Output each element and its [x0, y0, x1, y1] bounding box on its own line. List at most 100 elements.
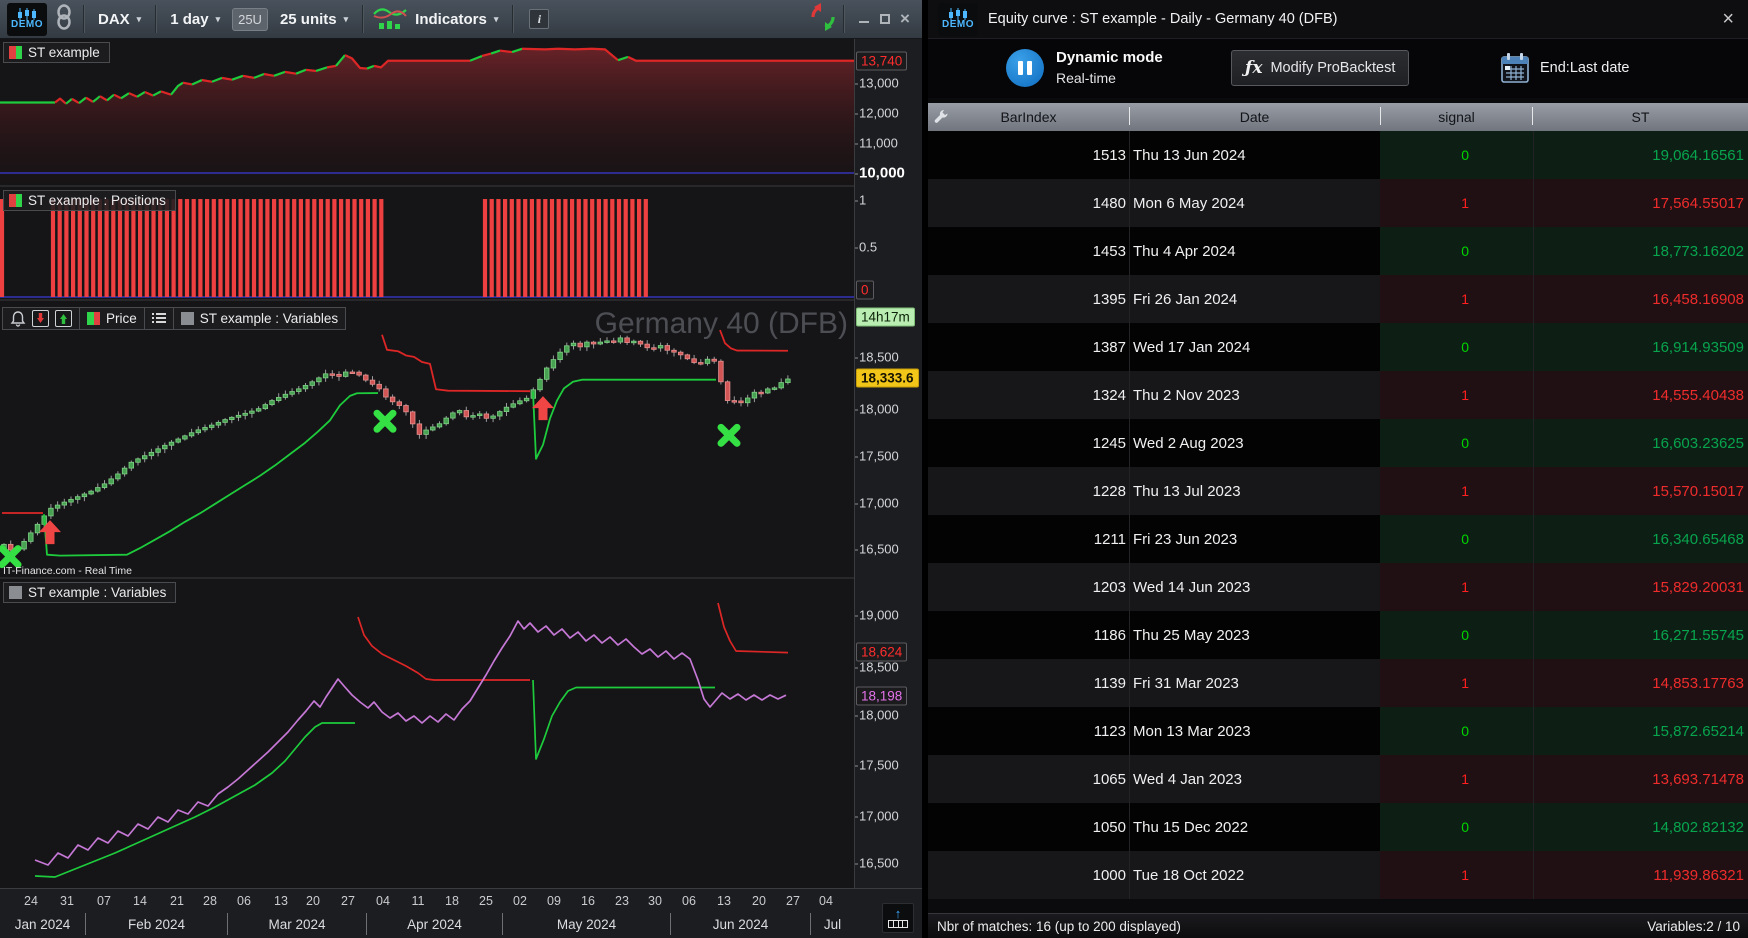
axis-label: 17,500: [859, 449, 899, 464]
table-cell: 1395: [928, 275, 1129, 323]
equity-panel-label[interactable]: ST example: [3, 42, 110, 63]
backtest-toolbar: Dynamic mode Real-time ƒx Modify ProBack…: [928, 39, 1748, 98]
demo-logo: DEMO: [938, 3, 978, 36]
status-bar: Nbr of matches: 16 (up to 200 displayed)…: [928, 913, 1748, 938]
positions-panel-label[interactable]: ST example : Positions: [3, 190, 176, 211]
day-tick-label: 28: [203, 894, 217, 908]
units-count-badge[interactable]: 25U: [232, 8, 268, 31]
table-row[interactable]: 1453Thu 4 Apr 2024018,773.16202: [928, 227, 1748, 275]
refresh-icon[interactable]: [809, 3, 837, 36]
axis-label: 17,000: [859, 496, 899, 511]
order-entry-icon[interactable]: ↑: [882, 903, 914, 933]
table-cell: 19,064.16561: [1533, 131, 1748, 179]
sell-order-icon[interactable]: [32, 310, 49, 327]
chart-plot-area[interactable]: [0, 39, 854, 888]
matches-count-label: Nbr of matches: 16 (up to 200 displayed): [937, 919, 1181, 934]
table-cell: Fri 23 Jun 2023: [1129, 515, 1380, 563]
maximize-button[interactable]: [879, 13, 891, 25]
indicator-swatch-icon: [9, 586, 22, 599]
table-row[interactable]: 1139Fri 31 Mar 2023114,853.17763: [928, 659, 1748, 707]
chart-window: DEMO DAX▾ 1 day▾ 25U 25 units▾: [0, 0, 922, 938]
day-tick-label: 18: [445, 894, 459, 908]
end-date-label[interactable]: End:Last date: [1540, 60, 1630, 76]
wrench-icon[interactable]: [933, 108, 950, 128]
axis-label: 14h17m: [856, 308, 915, 327]
demo-logo: DEMO: [7, 3, 47, 36]
indicator-swatch-icon: [87, 312, 100, 325]
table-row[interactable]: 1211Fri 23 Jun 2023016,340.65468: [928, 515, 1748, 563]
timeframe-select[interactable]: 1 day▾: [162, 11, 228, 28]
table-row[interactable]: 1065Wed 4 Jan 2023113,693.71478: [928, 755, 1748, 803]
table-cell: 15,570.15017: [1533, 467, 1748, 515]
table-row[interactable]: 1228Thu 13 Jul 2023115,570.15017: [928, 467, 1748, 515]
variables-panel-label[interactable]: ST example : Variables: [3, 582, 176, 603]
table-row[interactable]: 1050Thu 15 Dec 2022014,802.82132: [928, 803, 1748, 851]
table-header: BarIndex Date signal ST: [928, 103, 1748, 131]
column-header-signal[interactable]: signal: [1380, 109, 1533, 125]
table-cell: 0: [1380, 803, 1533, 851]
table-cell: 1: [1380, 563, 1533, 611]
table-cell: 1211: [928, 515, 1129, 563]
pause-button[interactable]: [1006, 49, 1044, 87]
column-header-st[interactable]: ST: [1533, 109, 1748, 125]
table-cell: 0: [1380, 419, 1533, 467]
price-settings-list[interactable]: [144, 307, 174, 330]
units-select[interactable]: 25 units▾: [272, 11, 356, 28]
price-variables-label[interactable]: ST example : Variables: [173, 307, 346, 330]
close-icon[interactable]: ×: [1722, 8, 1734, 31]
table-cell: Wed 2 Aug 2023: [1129, 419, 1380, 467]
close-button[interactable]: ×: [900, 13, 912, 25]
table-cell: 0: [1380, 227, 1533, 275]
table-row[interactable]: 1513Thu 13 Jun 2024019,064.16561: [928, 131, 1748, 179]
table-row[interactable]: 1395Fri 26 Jan 2024116,458.16908: [928, 275, 1748, 323]
table-row[interactable]: 1387Wed 17 Jan 2024016,914.93509: [928, 323, 1748, 371]
table-cell: 0: [1380, 515, 1533, 563]
day-tick-label: 25: [479, 894, 493, 908]
table-cell: Fri 26 Jan 2024: [1129, 275, 1380, 323]
table-row[interactable]: 1203Wed 14 Jun 2023115,829.20031: [928, 563, 1748, 611]
info-icon[interactable]: i: [529, 9, 549, 29]
table-cell: 1480: [928, 179, 1129, 227]
column-header-date[interactable]: Date: [1129, 109, 1380, 125]
time-axis[interactable]: 2431071421280613202704111825020916233006…: [0, 888, 922, 938]
table-cell: 1065: [928, 755, 1129, 803]
alerts-group[interactable]: [2, 307, 80, 330]
axis-label: 18,624: [856, 643, 907, 662]
minimize-button[interactable]: [858, 13, 870, 25]
table-cell: 1: [1380, 851, 1533, 899]
month-label: Apr 2024: [366, 913, 502, 935]
equity-list-window: DEMO Equity curve : ST example - Daily -…: [928, 0, 1748, 938]
column-header-barindex[interactable]: BarIndex: [928, 109, 1129, 125]
table-row[interactable]: 1480Mon 6 May 2024117,564.55017: [928, 179, 1748, 227]
table-cell: 14,802.82132: [1533, 803, 1748, 851]
variables-count-label[interactable]: Variables:2 / 10: [1647, 919, 1740, 934]
table-row[interactable]: 1186Thu 25 May 2023016,271.55745: [928, 611, 1748, 659]
price-panel-label[interactable]: Price: [79, 307, 145, 330]
day-tick-label: 04: [819, 894, 833, 908]
table-cell: Thu 4 Apr 2024: [1129, 227, 1380, 275]
alarm-bell-icon[interactable]: [10, 311, 26, 327]
price-axis[interactable]: 13,74013,00012,00011,00010,00010.5018,50…: [854, 39, 922, 888]
instrument-select[interactable]: DAX▾: [90, 11, 149, 28]
calendar-icon[interactable]: [1500, 52, 1530, 89]
table-row[interactable]: 1123Mon 13 Mar 2023015,872.65214: [928, 707, 1748, 755]
axis-label: 1: [859, 193, 866, 208]
chevron-down-icon: ▾: [216, 14, 221, 25]
table-cell: 0: [1380, 323, 1533, 371]
table-row[interactable]: 1324Thu 2 Nov 2023114,555.40438: [928, 371, 1748, 419]
modify-probacktest-button[interactable]: ƒx Modify ProBacktest: [1231, 50, 1409, 86]
buy-order-icon[interactable]: [55, 310, 72, 327]
day-tick-label: 20: [306, 894, 320, 908]
axis-label: 17,000: [859, 809, 899, 824]
indicators-menu[interactable]: Indicators▾: [407, 11, 506, 28]
table-row[interactable]: 1000Tue 18 Oct 2022111,939.86321: [928, 851, 1748, 899]
axis-label: 18,500: [859, 350, 899, 365]
axis-label: 0: [856, 281, 874, 300]
day-tick-label: 31: [60, 894, 74, 908]
table-cell: 1228: [928, 467, 1129, 515]
table-row[interactable]: 1245Wed 2 Aug 2023016,603.23625: [928, 419, 1748, 467]
link-instruments-icon[interactable]: [55, 4, 73, 35]
table-cell: 0: [1380, 707, 1533, 755]
table-cell: Mon 13 Mar 2023: [1129, 707, 1380, 755]
month-label: Mar 2024: [227, 913, 366, 935]
